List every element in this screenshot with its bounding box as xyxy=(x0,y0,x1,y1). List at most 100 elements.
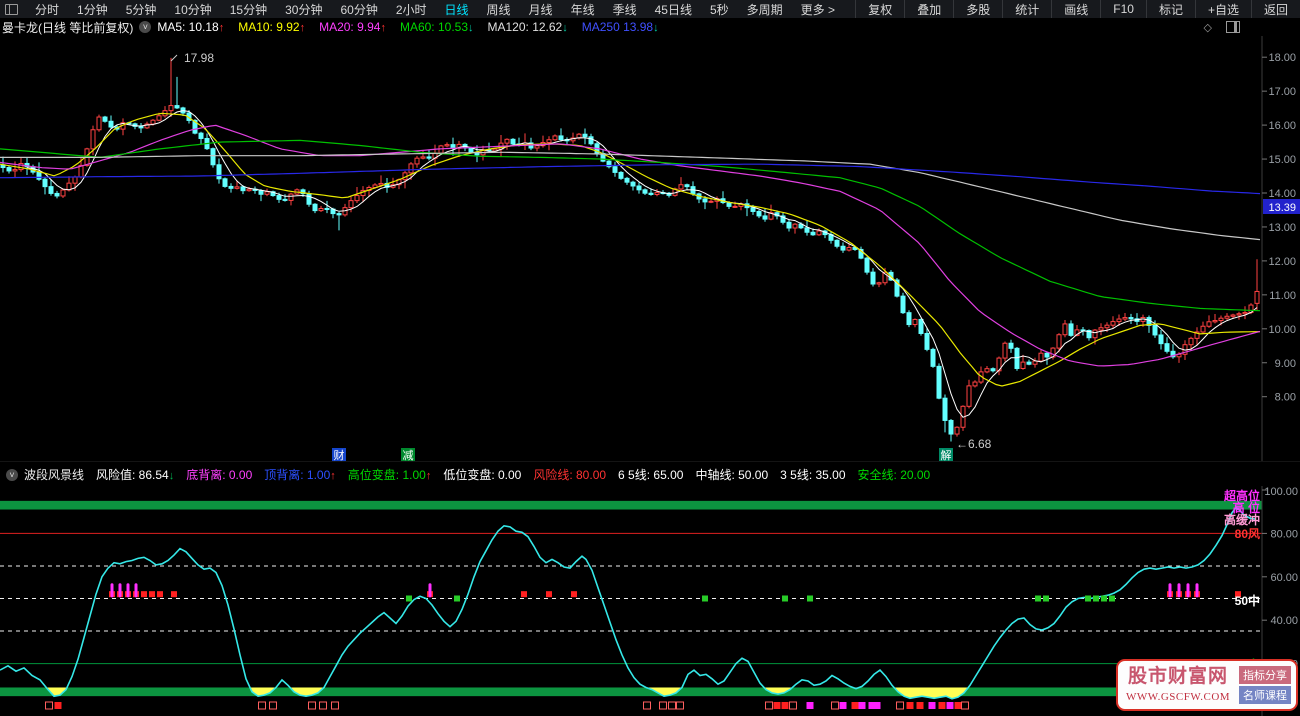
candle-body xyxy=(924,332,930,350)
price-tick-label: 9.00 xyxy=(1275,358,1296,370)
risk-oscillator-line xyxy=(0,506,1257,700)
low-annotation: ←6.68 xyxy=(956,437,992,451)
bottom-marker-magenta xyxy=(928,702,936,709)
zone-label: 高缓冲 xyxy=(1224,512,1260,527)
period-item-30分钟[interactable]: 30分钟 xyxy=(276,3,331,17)
bottom-marker-magenta xyxy=(858,702,866,709)
period-item-分时[interactable]: 分时 xyxy=(26,3,68,17)
period-item-10分钟[interactable]: 10分钟 xyxy=(165,3,220,17)
diamond-icon[interactable]: ◇ xyxy=(1204,21,1212,34)
bottom-marker-hollow xyxy=(659,701,667,710)
candle-body xyxy=(762,215,768,220)
period-item-周线[interactable]: 周线 xyxy=(478,3,520,17)
period-item-1分钟[interactable]: 1分钟 xyxy=(68,3,117,17)
bottom-marker-magenta xyxy=(839,702,847,709)
bottom-marker-red xyxy=(773,702,781,709)
toolbar-button-+自选[interactable]: +自选 xyxy=(1194,0,1251,18)
sub-tick-label: 80.00 xyxy=(1270,528,1298,540)
candle-body xyxy=(1068,323,1074,336)
candle-body xyxy=(48,186,54,194)
green-signal-square xyxy=(702,595,708,602)
toolbar-button-复权[interactable]: 复权 xyxy=(855,0,904,18)
toolbar-button-返回[interactable]: 返回 xyxy=(1250,0,1300,18)
candle-body xyxy=(306,193,312,205)
period-item-更多 >[interactable]: 更多 > xyxy=(792,3,844,17)
ma-legend: MA5: 10.18↑ MA10: 9.92↑ MA20: 9.94↑ MA60: 1… xyxy=(157,20,672,34)
candle-body xyxy=(972,381,978,387)
period-item-2小时[interactable]: 2小时 xyxy=(387,3,436,17)
period-item-60分钟[interactable]: 60分钟 xyxy=(331,3,386,17)
candle-body xyxy=(276,195,282,200)
param-风险值: 风险值: 86.54↓ xyxy=(96,468,175,482)
period-item-多周期[interactable]: 多周期 xyxy=(738,3,792,17)
price-tick-label: 13.00 xyxy=(1268,222,1296,234)
period-item-5秒[interactable]: 5秒 xyxy=(701,3,738,17)
indicator-collapse-icon[interactable]: ˅ xyxy=(6,468,18,481)
split-window-icon[interactable] xyxy=(1226,21,1240,33)
high-pointer xyxy=(170,54,178,62)
bottom-marker-hollow xyxy=(831,701,839,710)
price-tag-label: 13.39 xyxy=(1268,202,1296,214)
ma-legend-item: MA120: 12.62↓ xyxy=(487,20,568,34)
param-35线: 3 5线: 35.00 xyxy=(780,468,846,482)
period-item-15分钟[interactable]: 15分钟 xyxy=(221,3,276,17)
toolbar-button-叠加[interactable]: 叠加 xyxy=(904,0,953,18)
candle-body xyxy=(582,133,588,138)
bottom-marker-hollow xyxy=(308,701,316,710)
candle-body xyxy=(546,139,552,143)
indicator-band xyxy=(0,500,1262,510)
candle-body xyxy=(510,138,516,145)
pink-spike-marker xyxy=(1195,583,1199,598)
candle-body xyxy=(216,164,222,180)
indicator-params: 风险值: 86.54↓ 底背离: 0.00 顶背离: 1.00↑ 高位变盘: 1.00… xyxy=(96,466,942,483)
collapse-chevron-icon[interactable]: ˅ xyxy=(139,21,152,33)
price-tick-label: 10.00 xyxy=(1268,324,1296,336)
candle-body xyxy=(942,397,948,421)
pink-spike-marker xyxy=(110,583,114,598)
bottom-marker-magenta xyxy=(946,702,954,709)
candle-body xyxy=(1200,325,1206,333)
candle-body xyxy=(954,426,960,435)
toolbar-button-F10[interactable]: F10 xyxy=(1100,0,1146,18)
toolbar-button-标记[interactable]: 标记 xyxy=(1145,0,1195,18)
green-signal-square xyxy=(1085,595,1091,602)
main-candlestick-chart[interactable]: 18.00 17.00 16.00 15.00 14.00 13.00 12.00 11.00… xyxy=(0,36,1300,462)
toolbar-button-画线[interactable]: 画线 xyxy=(1051,0,1100,18)
ma-legend-item: MA5: 10.18↑ xyxy=(157,20,225,34)
candle-body xyxy=(1002,342,1008,359)
bottom-marker-hollow xyxy=(643,701,651,710)
bottom-marker-hollow xyxy=(331,701,339,710)
period-item-月线[interactable]: 月线 xyxy=(520,3,562,17)
red-signal-square xyxy=(149,591,155,598)
candle-body xyxy=(612,166,618,173)
toolbar-button-统计[interactable]: 统计 xyxy=(1002,0,1051,18)
bottom-marker-hollow xyxy=(258,701,266,710)
window-layout-icon[interactable] xyxy=(5,3,18,15)
period-item-5分钟[interactable]: 5分钟 xyxy=(117,3,166,17)
candle-body xyxy=(168,105,174,112)
period-item-日线[interactable]: 日线 xyxy=(436,3,478,17)
watermark-badge-2: 名师课程 xyxy=(1239,686,1291,704)
price-tick-label: 12.00 xyxy=(1268,256,1296,268)
candle-body xyxy=(324,207,330,210)
period-item-45日线[interactable]: 45日线 xyxy=(646,3,701,17)
candle-body xyxy=(684,184,690,188)
candle-body xyxy=(282,198,288,201)
candle-body xyxy=(1020,361,1026,369)
sub-tick-label: 40.00 xyxy=(1270,615,1298,627)
period-item-季线[interactable]: 季线 xyxy=(604,3,646,17)
candle-body xyxy=(840,245,846,251)
candle-body xyxy=(90,129,96,150)
candle-body xyxy=(246,188,252,192)
indicator-title: 波段风景线 xyxy=(24,468,85,482)
bottom-marker-hollow xyxy=(961,701,969,710)
period-item-年线[interactable]: 年线 xyxy=(562,3,604,17)
candle-body xyxy=(750,207,756,212)
candle-body xyxy=(1212,320,1218,323)
indicator-sub-chart[interactable]: 100.0080.0060.0040.0020.00超高位高 位高缓冲80风50… xyxy=(0,486,1300,716)
candle-body xyxy=(138,125,144,129)
candle-body xyxy=(420,156,426,159)
toolbar-button-多股[interactable]: 多股 xyxy=(953,0,1002,18)
candle-body xyxy=(1254,290,1260,304)
bottom-marker-hollow xyxy=(896,701,904,710)
